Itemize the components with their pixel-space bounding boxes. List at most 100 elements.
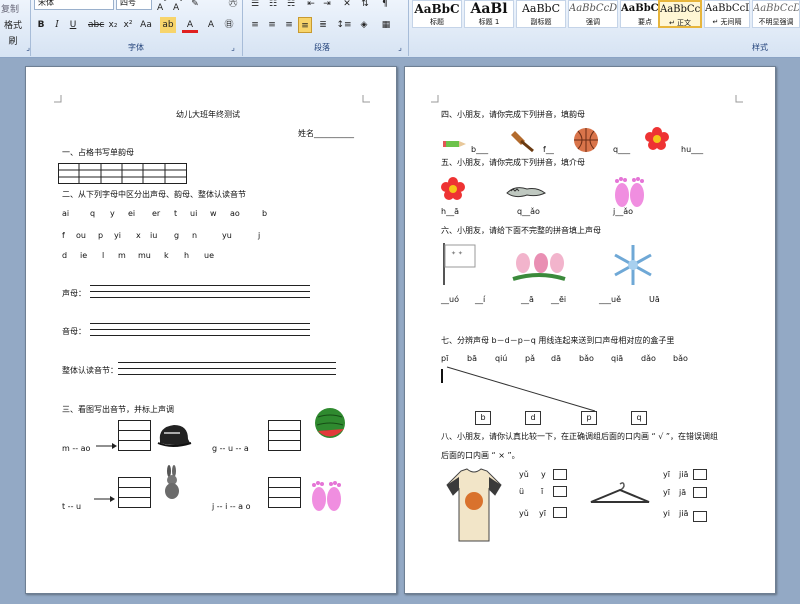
q4-blank-4[interactable]: hu___: [681, 145, 703, 154]
copy-button[interactable]: 复制: [0, 2, 20, 18]
increase-indent-icon[interactable]: ⇥: [320, 0, 334, 12]
syllable[interactable]: pī: [441, 354, 448, 363]
syllable[interactable]: pǎ: [525, 354, 535, 363]
letter-box-q[interactable]: q: [631, 411, 647, 425]
tone-box[interactable]: [268, 420, 302, 452]
letter-box-b[interactable]: b: [475, 411, 491, 425]
highlight-icon[interactable]: ab: [160, 17, 176, 33]
corner-mark-tl: [54, 95, 62, 103]
syllable[interactable]: bǎo: [673, 354, 688, 363]
strikethrough-icon[interactable]: abc: [88, 17, 104, 33]
font-color-icon[interactable]: A: [182, 17, 198, 33]
tone-box[interactable]: [118, 420, 152, 452]
q6-blank-5[interactable]: ___uě: [599, 295, 621, 304]
syllable[interactable]: dǎo: [641, 354, 656, 363]
q4-blank-2[interactable]: f__: [543, 145, 554, 154]
change-case-icon[interactable]: Aa: [138, 17, 154, 33]
document-page-1[interactable]: 幼儿大班年终测试 姓名__________ 一、占格书写单韵母 二、从下列字母中…: [25, 66, 397, 594]
syllable[interactable]: qiú: [495, 354, 507, 363]
syllable[interactable]: qiā: [611, 354, 623, 363]
name-field[interactable]: 姓名__________: [298, 128, 354, 139]
q6-blank-4[interactable]: __ēi: [551, 295, 566, 304]
q5-blank-1[interactable]: h__ā: [441, 207, 459, 216]
answer-checkbox[interactable]: [553, 469, 567, 480]
bold-icon[interactable]: B: [34, 17, 48, 33]
letter-box-p[interactable]: p: [581, 411, 597, 425]
numbering-icon[interactable]: ☷: [266, 0, 280, 12]
document-page-2[interactable]: 四、小朋友，请你完成下列拼音，填韵母 b___ f__ q___ hu___ 五…: [404, 66, 776, 594]
enclose-char-icon[interactable]: ㊐: [222, 17, 236, 33]
bullets-icon[interactable]: ☰: [248, 0, 262, 12]
tone-box[interactable]: [268, 477, 302, 509]
q5-blank-3[interactable]: j__ǎo: [613, 207, 633, 216]
paragraph-launcher-icon[interactable]: ⌟: [394, 41, 406, 55]
answer-line[interactable]: [90, 291, 310, 292]
answer-checkbox[interactable]: [693, 469, 707, 480]
char-shading-icon[interactable]: A: [204, 17, 218, 33]
q6-blank-1[interactable]: __uó: [441, 295, 459, 304]
answer-checkbox[interactable]: [693, 511, 707, 522]
style-normal[interactable]: AaBbCcDd↵ 正文: [658, 0, 702, 28]
answer-line[interactable]: [90, 323, 310, 324]
style-title[interactable]: AaBbC 标题: [412, 0, 462, 28]
rabbit-image: [165, 465, 179, 499]
shading-icon[interactable]: ◈: [356, 17, 372, 33]
answer-line[interactable]: [118, 374, 336, 375]
font-name-select[interactable]: 宋体: [34, 0, 114, 10]
letter: ie: [80, 251, 88, 260]
q4-blank-3[interactable]: q___: [613, 145, 630, 154]
style-heading1[interactable]: AaBl 标题 1: [464, 0, 514, 28]
phonetic-guide-icon[interactable]: ㊅: [226, 0, 240, 12]
syllable[interactable]: bǎo: [579, 354, 594, 363]
answer-checkbox[interactable]: [693, 487, 707, 498]
borders-icon[interactable]: ▦: [378, 17, 394, 33]
shrink-font-icon[interactable]: Aˇ: [171, 0, 185, 13]
line-spacing-icon[interactable]: ↕≡: [336, 17, 352, 33]
answer-line[interactable]: [90, 329, 310, 330]
sort-icon[interactable]: ⇅: [358, 0, 372, 12]
answer-line[interactable]: [90, 285, 310, 286]
q6-blank-2[interactable]: __í: [475, 295, 485, 304]
decrease-indent-icon[interactable]: ⇤: [304, 0, 318, 12]
answer-line[interactable]: [118, 368, 336, 369]
q6-blank-3[interactable]: __ā: [521, 295, 534, 304]
style-subtle-emphasis[interactable]: AaBbCcDd不明显强调: [752, 0, 800, 28]
style-no-spacing[interactable]: AaBbCcDd↵ 无间隔: [704, 0, 750, 28]
answer-checkbox[interactable]: [553, 507, 567, 518]
answer-line[interactable]: [90, 297, 310, 298]
q4-blank-1[interactable]: b___: [471, 145, 488, 154]
letter-box-d[interactable]: d: [525, 411, 541, 425]
connector-line: [446, 366, 596, 412]
multilevel-list-icon[interactable]: ☵: [284, 0, 298, 12]
grow-font-icon[interactable]: Aˆ: [155, 0, 169, 13]
italic-icon[interactable]: I: [50, 17, 64, 33]
tone-box[interactable]: [118, 477, 152, 509]
syllable[interactable]: bā: [467, 354, 477, 363]
format-painter-button[interactable]: 格式刷: [0, 18, 26, 47]
font-size-select[interactable]: 四号: [116, 0, 152, 10]
subscript-icon[interactable]: x₂: [106, 17, 120, 33]
distributed-icon[interactable]: ≣: [316, 17, 330, 33]
clear-format-icon[interactable]: ✎: [188, 0, 202, 12]
chinese-layout-icon[interactable]: ✕: [340, 0, 354, 12]
q5-blank-2[interactable]: q__ǎo: [517, 207, 540, 216]
underline-icon[interactable]: U: [66, 17, 80, 33]
answer-line[interactable]: [118, 362, 336, 363]
style-subtitle[interactable]: AaBbC 副标题: [516, 0, 566, 28]
question-2: 二、从下列字母中区分出声母、韵母、整体认读音节: [62, 190, 246, 199]
align-center-icon[interactable]: ≡: [265, 17, 279, 33]
syllable[interactable]: dā: [551, 354, 561, 363]
align-right-icon[interactable]: ≡: [282, 17, 296, 33]
answer-line[interactable]: [90, 335, 310, 336]
q8-right-2b: jā: [679, 488, 687, 497]
show-marks-icon[interactable]: ¶: [378, 0, 392, 12]
justify-icon[interactable]: ≡: [298, 17, 312, 33]
answer-checkbox[interactable]: [553, 486, 567, 497]
align-left-icon[interactable]: ≡: [248, 17, 262, 33]
q8-left-1b: y: [541, 470, 546, 479]
style-emphasis[interactable]: AaBbCcD 强调: [568, 0, 618, 28]
superscript-icon[interactable]: x²: [121, 17, 135, 33]
font-launcher-icon[interactable]: ⌟: [226, 41, 240, 55]
q6-blank-6[interactable]: Uā: [649, 295, 660, 304]
clipboard-launcher-icon[interactable]: ⌟: [0, 41, 30, 55]
